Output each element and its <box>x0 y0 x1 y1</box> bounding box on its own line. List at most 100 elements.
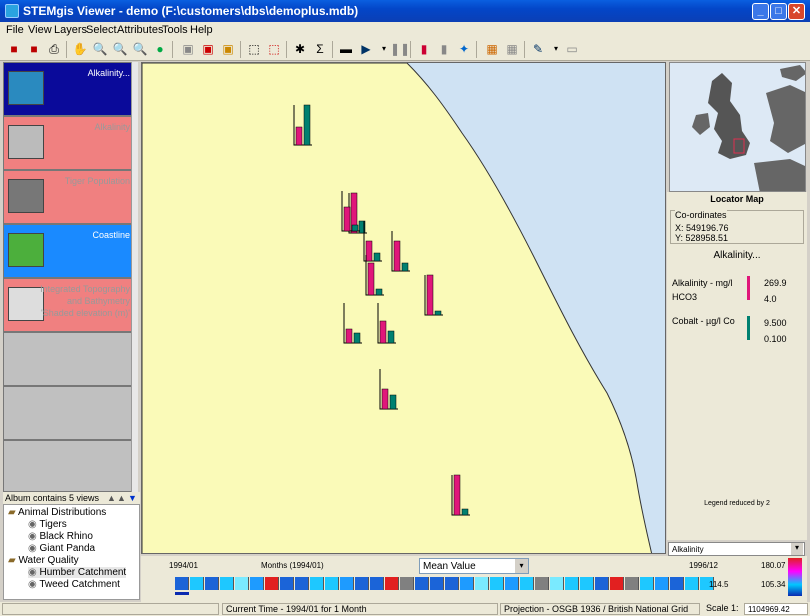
minimize-button[interactable]: _ <box>752 3 769 20</box>
timeline-cell[interactable] <box>415 577 429 590</box>
delete-layer-icon[interactable]: ▣ <box>200 41 216 57</box>
alkalinity-bar <box>393 240 401 272</box>
chart-settings-icon[interactable]: ▮ <box>436 41 452 57</box>
camera-icon[interactable]: ▬ <box>338 41 354 57</box>
map-canvas[interactable] <box>141 62 666 554</box>
close-button[interactable]: ✕ <box>788 3 805 20</box>
menu-tools[interactable]: Tools <box>162 24 188 36</box>
timeline-cell[interactable] <box>475 577 489 590</box>
timeline-cell[interactable] <box>205 577 219 590</box>
select-area-icon[interactable]: ⬚ <box>246 41 262 57</box>
album-down-icon[interactable]: ▼ <box>128 493 137 503</box>
menu-file[interactable]: File <box>6 24 24 36</box>
album-view-tiger-population[interactable]: Tiger Population <box>3 170 134 224</box>
menu-attributes[interactable]: Attributes <box>117 24 163 36</box>
timeline-cell[interactable] <box>220 577 234 590</box>
timeline-cell[interactable] <box>520 577 534 590</box>
timeline-cell[interactable] <box>670 577 684 590</box>
tree-group-animal-distributions[interactable]: ▰ Animal Distributions <box>8 507 106 518</box>
timeline-cell[interactable] <box>595 577 609 590</box>
zoom-box-icon[interactable]: 🔍 <box>132 41 148 57</box>
timeline-cell[interactable] <box>565 577 579 590</box>
layer-properties-icon[interactable]: ▣ <box>220 41 236 57</box>
clear-selection-icon[interactable]: ⬚ <box>266 41 282 57</box>
statistic-select[interactable]: Mean Value ▾ <box>419 558 529 574</box>
timeline-cell[interactable] <box>535 577 549 590</box>
maximize-button[interactable]: □ <box>770 3 787 20</box>
play-icon[interactable]: ▶ <box>358 41 374 57</box>
flask-icon <box>8 71 44 105</box>
timeline-cell[interactable] <box>610 577 624 590</box>
tree-item-tweed-catchment[interactable]: ◉ Tweed Catchment <box>28 579 120 590</box>
album-up-icon[interactable]: ▲ <box>107 493 116 503</box>
feature-info-icon[interactable]: ✱ <box>292 41 308 57</box>
timeline-cell[interactable] <box>310 577 324 590</box>
tree-item-tigers[interactable]: ◉ Tigers <box>28 519 67 530</box>
timeline-cell[interactable] <box>430 577 444 590</box>
locator-map[interactable] <box>669 62 806 192</box>
tree-group-water-quality[interactable]: ▰ Water Quality <box>8 555 79 566</box>
album-view-alkalinity-selected[interactable]: Alkalinity... <box>3 62 134 116</box>
album-view-topography[interactable]: Integrated Topography and Bathymetry 'Sh… <box>3 278 134 332</box>
timeline-cell[interactable] <box>325 577 339 590</box>
menu-layers[interactable]: Layers <box>54 24 87 36</box>
timeline-cell[interactable] <box>505 577 519 590</box>
layer-disabled-icon[interactable]: ▣ <box>180 41 196 57</box>
menu-view[interactable]: View <box>28 24 52 36</box>
timeline-cell[interactable] <box>550 577 564 590</box>
timeline-cursor[interactable] <box>175 592 189 595</box>
album-view-coastline[interactable]: Coastline <box>3 224 134 278</box>
tree-item-black-rhino[interactable]: ◉ Black Rhino <box>28 531 93 542</box>
timeline-cell[interactable] <box>250 577 264 590</box>
timeline-cell[interactable] <box>385 577 399 590</box>
timeline-cell[interactable] <box>445 577 459 590</box>
menu-select[interactable]: Select <box>86 24 117 36</box>
timeline-cell[interactable] <box>235 577 249 590</box>
timeline-cell[interactable] <box>655 577 669 590</box>
timeline-cell[interactable] <box>175 577 189 590</box>
timeline-cell[interactable] <box>190 577 204 590</box>
color-ramp-icon[interactable]: ▦ <box>484 41 500 57</box>
draw-pen-icon[interactable]: ✎ <box>530 41 546 57</box>
chevron-down-icon[interactable]: ▾ <box>791 543 803 555</box>
timeline-cell[interactable] <box>295 577 309 590</box>
zoom-in-icon[interactable]: 🔍 <box>92 41 108 57</box>
open-icon[interactable]: ■ <box>26 41 42 57</box>
album-view-alkalinity[interactable]: Alkalinity <box>3 116 134 170</box>
timeline-cell[interactable] <box>640 577 654 590</box>
legend-icon[interactable]: ▦ <box>504 41 520 57</box>
chevron-down-icon[interactable]: ▾ <box>515 559 528 573</box>
album-up2-icon[interactable]: ▲ <box>117 493 126 503</box>
alkalinity-bar <box>426 274 434 316</box>
timeline-cell[interactable] <box>460 577 474 590</box>
tree-item-giant-panda[interactable]: ◉ Giant Panda <box>28 543 95 554</box>
timeline-cell[interactable] <box>490 577 504 590</box>
sparkle-icon[interactable]: ✦ <box>456 41 472 57</box>
timeline-cell[interactable] <box>370 577 384 590</box>
timeline-cell[interactable] <box>280 577 294 590</box>
globe-icon[interactable]: ● <box>152 41 168 57</box>
tree-item-humber-catchment[interactable]: ◉ Humber Catchment <box>28 567 127 578</box>
cobalt-bar <box>434 310 442 316</box>
timeline-cell[interactable] <box>625 577 639 590</box>
draw-dropdown-icon[interactable]: ▾ <box>548 41 564 57</box>
timeline-cell[interactable] <box>340 577 354 590</box>
statistics-sigma-icon[interactable]: Σ <box>312 41 328 57</box>
bar-chart-icon[interactable]: ▮ <box>416 41 432 57</box>
title-bar: STEMgis Viewer - demo (F:\customers\dbs\… <box>0 0 810 22</box>
print-icon[interactable]: ⎙ <box>46 41 62 57</box>
timeline-cell[interactable] <box>580 577 594 590</box>
legend-layer-select[interactable]: Alkalinity ▾ <box>668 542 805 556</box>
new-icon[interactable]: ■ <box>6 41 22 57</box>
zoom-out-icon[interactable]: 🔍 <box>112 41 128 57</box>
timeline-cell[interactable] <box>355 577 369 590</box>
timeline-cell[interactable] <box>400 577 414 590</box>
menu-help[interactable]: Help <box>190 24 213 36</box>
pan-hand-icon[interactable]: ✋ <box>72 41 88 57</box>
album-scrollbar[interactable] <box>131 62 138 492</box>
pause-icon[interactable]: ❚❚ <box>390 41 410 57</box>
timeline-cell[interactable] <box>265 577 279 590</box>
timeline-cell[interactable] <box>685 577 699 590</box>
scale-input[interactable]: 1104969.42 <box>744 603 808 615</box>
export-icon[interactable]: ▭ <box>564 41 580 57</box>
